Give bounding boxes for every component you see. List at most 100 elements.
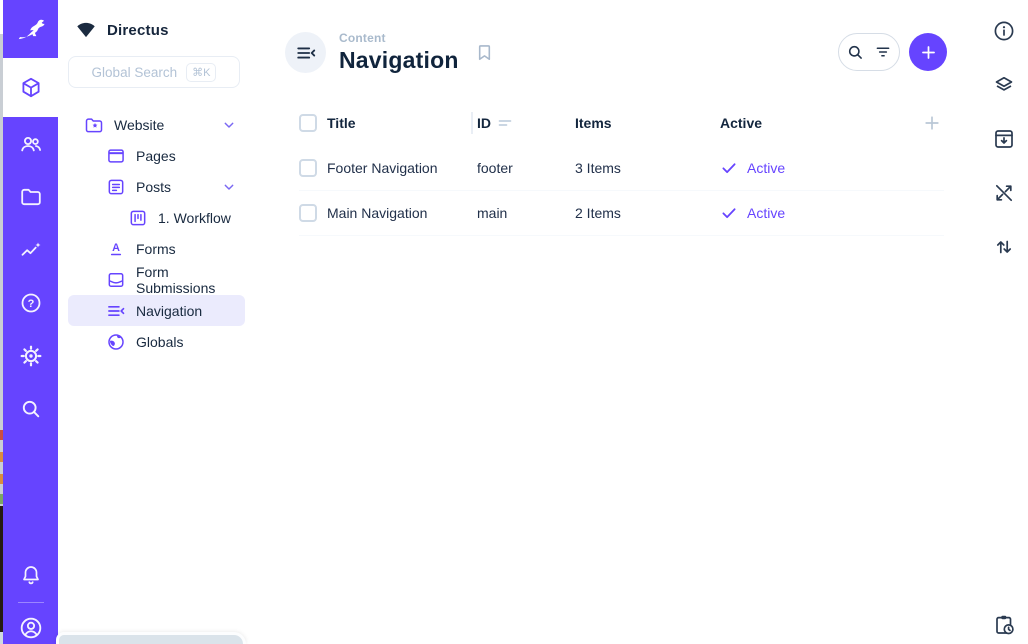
column-header-items[interactable]: Items <box>575 115 720 131</box>
add-column-button[interactable] <box>920 113 944 133</box>
window-icon <box>106 146 126 166</box>
project-name: Directus <box>107 22 169 39</box>
folder-star-icon <box>84 115 104 135</box>
letter-a-icon: A <box>106 239 126 259</box>
table-header-row: Title ID Items Active <box>299 108 944 138</box>
sidebar-item-navigation[interactable]: Navigation <box>68 295 245 326</box>
rabbit-logo-icon <box>14 12 48 46</box>
module-search[interactable] <box>3 382 58 435</box>
chevron-down-icon[interactable] <box>221 117 237 133</box>
directus-logo[interactable] <box>3 0 58 58</box>
project-header[interactable]: Directus <box>58 0 250 41</box>
sidebar-item-label: Navigation <box>136 303 202 319</box>
sidebar-item-form-submissions[interactable]: Form Submissions <box>68 264 245 295</box>
create-item-button[interactable] <box>909 33 947 71</box>
module-help[interactable]: ? <box>3 276 58 329</box>
row-checkbox[interactable] <box>299 204 317 222</box>
svg-text:?: ? <box>27 298 34 310</box>
plus-icon <box>919 43 938 62</box>
search-icon <box>846 43 865 62</box>
table-row[interactable]: Footer Navigation footer 3 Items Active <box>299 146 944 191</box>
header-actions <box>838 33 947 71</box>
filter-icon <box>874 43 892 61</box>
pending-actions-icon <box>992 613 1016 637</box>
module-bar-divider <box>18 602 44 603</box>
bookmark-button[interactable] <box>474 42 495 63</box>
sidebar-item-workflow[interactable]: 1. Workflow <box>68 202 245 233</box>
module-bar: ? <box>3 0 58 644</box>
help-icon: ? <box>19 291 43 315</box>
account-button[interactable] <box>3 615 58 641</box>
menu-open-icon <box>295 42 317 64</box>
module-settings[interactable] <box>3 329 58 382</box>
notifications-button[interactable] <box>3 560 58 590</box>
check-icon <box>720 204 738 222</box>
sort-order-button[interactable] <box>992 235 1016 259</box>
box-icon <box>19 76 43 100</box>
sidebar-item-label: Form Submissions <box>136 264 245 296</box>
right-sidebar-rail <box>980 0 1028 644</box>
column-header-title[interactable]: Title <box>327 115 477 131</box>
cell-active: Active <box>720 159 920 177</box>
sidebar-item-posts[interactable]: Posts <box>68 171 245 202</box>
background-statusbar-overlay <box>56 632 246 644</box>
people-icon <box>19 132 43 156</box>
cell-items: 2 Items <box>575 205 720 221</box>
table-body: Footer Navigation footer 3 Items Active … <box>299 146 944 236</box>
sort-icon <box>498 117 513 129</box>
module-insights[interactable] <box>3 223 58 276</box>
select-all-checkbox[interactable] <box>299 114 317 132</box>
sidebar-item-label: Pages <box>136 148 176 164</box>
sidebar-item-forms[interactable]: A Forms <box>68 233 245 264</box>
magnifier-icon <box>19 397 43 421</box>
module-users[interactable] <box>3 117 58 170</box>
global-search-input[interactable]: Global Search ⌘K <box>68 56 240 88</box>
module-content[interactable] <box>3 58 58 117</box>
bookmark-icon <box>474 42 495 63</box>
globe-icon <box>106 332 126 352</box>
sidebar-item-pages[interactable]: Pages <box>68 140 245 171</box>
cell-items: 3 Items <box>575 160 720 176</box>
title-block: Content Navigation <box>339 31 459 74</box>
module-files[interactable] <box>3 170 58 223</box>
layout-options-button[interactable] <box>992 73 1016 97</box>
import-export-button[interactable] <box>992 127 1016 151</box>
bell-icon <box>19 563 43 587</box>
project-logo-icon <box>75 19 97 41</box>
search-filter-button[interactable] <box>838 33 900 71</box>
table-row[interactable]: Main Navigation main 2 Items Active <box>299 191 944 236</box>
svg-text:A: A <box>112 242 120 254</box>
activity-log-button[interactable] <box>992 613 1016 637</box>
sidebar-item-label: Forms <box>136 241 176 257</box>
avatar-icon <box>18 615 44 641</box>
info-button[interactable] <box>992 19 1016 43</box>
column-header-id[interactable]: ID <box>477 115 575 131</box>
cell-active: Active <box>720 204 920 222</box>
global-search-placeholder: Global Search <box>92 65 178 80</box>
cell-id: footer <box>477 160 575 176</box>
sidebar-item-website[interactable]: Website <box>68 109 245 140</box>
auto-refresh-button[interactable] <box>992 181 1016 205</box>
folder-icon <box>19 185 43 209</box>
insights-icon <box>19 238 43 262</box>
navigation-sidebar: Directus Global Search ⌘K Website <box>58 0 250 644</box>
check-icon <box>720 159 738 177</box>
inbox-icon <box>106 270 126 290</box>
column-header-active[interactable]: Active <box>720 115 920 131</box>
swap-vert-icon <box>992 235 1016 259</box>
cell-title: Footer Navigation <box>327 160 477 176</box>
global-search-shortcut: ⌘K <box>186 63 216 82</box>
items-table: Title ID Items Active F <box>299 108 944 236</box>
archive-download-icon <box>992 127 1016 151</box>
sidebar-item-label: Globals <box>136 334 183 350</box>
chevron-down-icon[interactable] <box>221 179 237 195</box>
plus-icon <box>922 113 942 133</box>
sidebar-item-label: Website <box>114 117 164 133</box>
article-icon <box>106 177 126 197</box>
module-bar-bottom <box>3 560 58 644</box>
sidebar-item-globals[interactable]: Globals <box>68 326 245 357</box>
row-checkbox[interactable] <box>299 159 317 177</box>
page-header: Content Navigation <box>285 31 495 74</box>
nav-collapse-button[interactable] <box>285 32 326 73</box>
main-content: Content Navigation <box>250 0 1028 644</box>
